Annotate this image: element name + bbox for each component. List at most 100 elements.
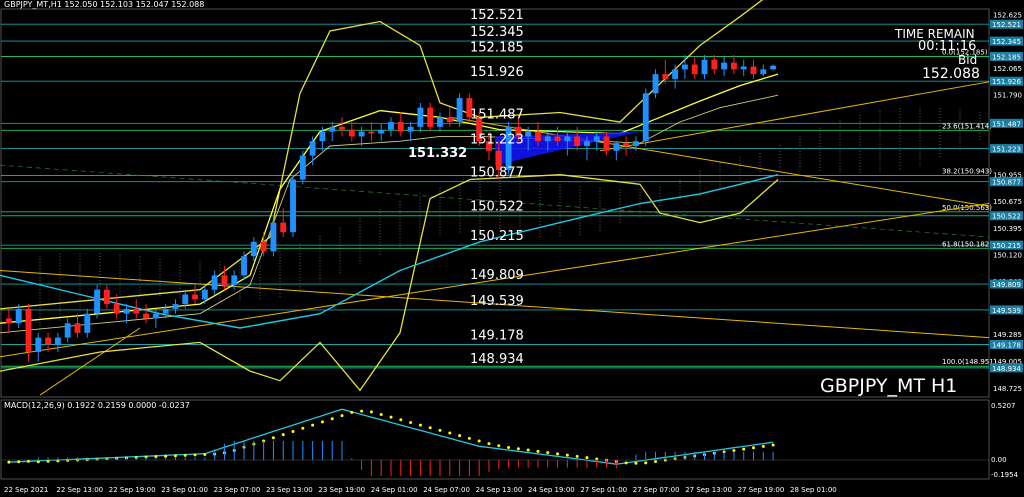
- candle-body: [280, 222, 287, 233]
- macd-signal-dot: [281, 433, 285, 437]
- candle-body: [319, 131, 326, 142]
- candle-body: [84, 313, 91, 333]
- candle-body: [574, 136, 581, 146]
- candle-body: [584, 141, 590, 146]
- level-label: 149.809: [470, 268, 524, 283]
- level-label: 151.926: [470, 65, 524, 80]
- candle-body: [554, 136, 561, 142]
- macd-signal-dot: [330, 417, 334, 421]
- price-tick-label: 148.725: [993, 385, 1022, 393]
- price-tick-label: 149.285: [993, 331, 1022, 339]
- candle-body: [368, 131, 375, 134]
- macd-signal-dot: [369, 410, 373, 414]
- candle-body: [299, 155, 306, 180]
- macd-signal-dot: [497, 444, 501, 448]
- candle-body: [446, 117, 453, 123]
- macd-signal-dot: [546, 451, 550, 455]
- macd-signal-dot: [565, 453, 569, 457]
- macd-label: MACD(12,26,9) 0.1922 0.2159 0.0000 -0.02…: [4, 401, 190, 410]
- marker-price-label: 151.332: [408, 146, 467, 161]
- level-label: 149.178: [470, 329, 524, 344]
- symbol-caption: GBPJPY_MT H1: [820, 375, 957, 397]
- level-label: 152.185: [470, 40, 524, 55]
- candle-body: [711, 59, 718, 70]
- candle-body: [750, 66, 757, 75]
- price-marker-text: 151.223: [992, 146, 1021, 154]
- macd-signal-dot: [17, 460, 21, 464]
- macd-signal-dot: [526, 448, 530, 452]
- bid-value: 152.088: [922, 66, 980, 82]
- price-tick-label: 152.065: [993, 65, 1022, 73]
- time-tick-label: 24 Sep 19:00: [528, 486, 575, 494]
- candle-body: [172, 304, 179, 309]
- time-tick-label: 24 Sep 07:00: [423, 486, 470, 494]
- time-tick-label: 22 Sep 19:00: [109, 486, 156, 494]
- price-chart[interactable]: 0.0(152.185)23.6(151.414)38.2(150.943)50…: [0, 0, 1024, 497]
- macd-signal-dot: [271, 436, 275, 440]
- time-tick-label: 22 Sep 2021: [4, 486, 48, 494]
- macd-signal-dot: [438, 428, 442, 432]
- time-tick-label: 22 Sep 13:00: [56, 486, 103, 494]
- candle-body: [260, 241, 267, 252]
- candle-body: [329, 126, 336, 132]
- price-marker-text: 148.934: [992, 365, 1021, 373]
- candle-body: [427, 107, 434, 127]
- price-marker-text: 152.521: [992, 21, 1021, 29]
- candle-body: [691, 64, 698, 75]
- macd-signal-dot: [507, 446, 511, 450]
- time-tick-label: 24 Sep 01:00: [371, 486, 418, 494]
- price-marker-text: 150.522: [992, 213, 1021, 221]
- candle-body: [192, 294, 198, 300]
- candle-body: [642, 93, 649, 142]
- candle-body: [760, 69, 767, 75]
- candle-body: [672, 69, 679, 79]
- time-tick-label: 27 Sep 07:00: [633, 486, 680, 494]
- candle-body: [339, 126, 345, 130]
- price-marker-text: 151.926: [992, 78, 1021, 86]
- fib-label: 50.0(150.563): [942, 204, 992, 212]
- candle-body: [456, 98, 463, 123]
- fib-label: 23.6(151.414): [942, 122, 992, 130]
- time-tick-label: 27 Sep 13:00: [685, 486, 732, 494]
- macd-signal-dot: [752, 446, 756, 450]
- level-label: 152.521: [470, 8, 524, 23]
- price-axis: 152.625152.345152.065151.790151.510151.2…: [993, 11, 1022, 393]
- fib-label: 100.0(148.951): [942, 358, 997, 366]
- time-tick-label: 23 Sep 07:00: [214, 486, 261, 494]
- price-marker-text: 151.487: [992, 120, 1021, 128]
- macd-signal-dot: [291, 429, 295, 433]
- candle-body: [113, 304, 120, 314]
- candle-body: [5, 318, 12, 324]
- price-marker-text: 149.178: [992, 342, 1021, 350]
- time-tick-label: 23 Sep 01:00: [161, 486, 208, 494]
- candle-body: [45, 337, 52, 345]
- candle-body: [593, 136, 600, 142]
- price-tick-label: 151.790: [993, 91, 1022, 99]
- macd-signal-dot: [7, 460, 11, 464]
- candle-body: [250, 241, 257, 257]
- macd-signal-dot: [458, 434, 462, 438]
- candle-body: [143, 313, 150, 319]
- macd-signal-dot: [173, 454, 177, 458]
- candle-body: [309, 141, 316, 156]
- candle-body: [662, 74, 669, 79]
- macd-signal-dot: [409, 420, 413, 424]
- macd-signal-dot: [340, 414, 344, 418]
- candle-body: [201, 289, 208, 300]
- level-label: 152.345: [470, 25, 524, 40]
- candle-body: [162, 308, 169, 314]
- chart-header: GBPJPY_MT,H1 152.050 152.103 152.047 152…: [4, 0, 204, 9]
- candle-body: [681, 64, 688, 70]
- candle-body: [270, 222, 277, 252]
- fib-label: 38.2(150.943): [942, 167, 992, 175]
- candle-body: [740, 66, 747, 70]
- time-tick-label: 23 Sep 19:00: [318, 486, 365, 494]
- level-label: 151.487: [470, 107, 524, 122]
- level-label: 148.934: [470, 352, 524, 367]
- candle-body: [231, 275, 238, 285]
- macd-signal-dot: [575, 454, 579, 458]
- candle-body: [378, 129, 385, 134]
- time-tick-label: 28 Sep 01:00: [790, 486, 837, 494]
- candle-body: [652, 74, 659, 94]
- candle-body: [152, 313, 159, 319]
